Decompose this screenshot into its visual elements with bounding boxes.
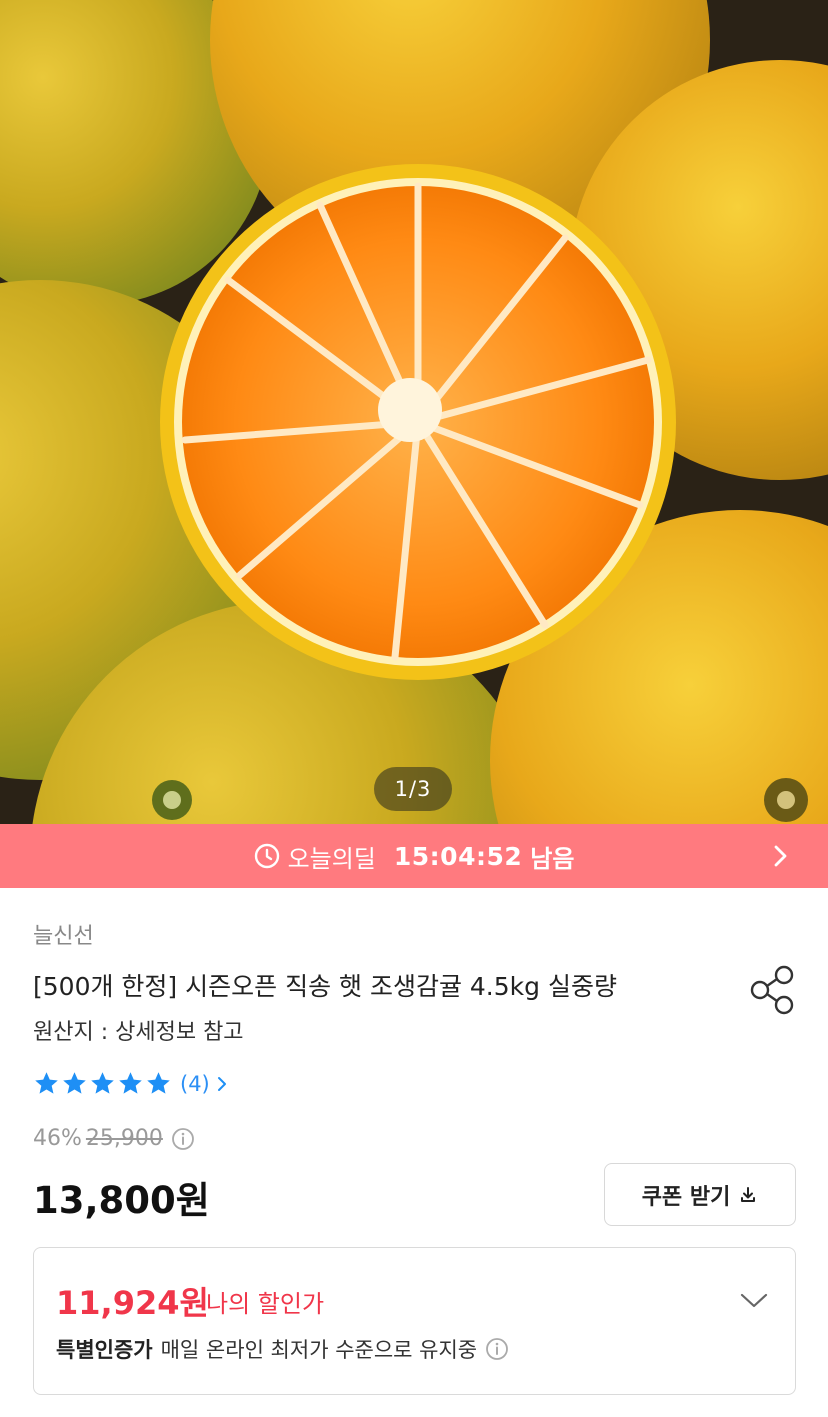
today-deal-bar[interactable]: 오늘의딜 15:04:52 남음 (0, 824, 828, 888)
deal-countdown: 15:04:52 (393, 841, 523, 871)
review-count[interactable]: (4) (180, 1072, 210, 1096)
product-image (0, 0, 828, 824)
special-price-desc: 매일 온라인 최저가 수준으로 유지중 (160, 1338, 478, 1362)
star-icon (147, 1072, 170, 1094)
chevron-right-icon[interactable] (214, 1076, 230, 1092)
chevron-down-icon[interactable] (738, 1284, 770, 1316)
my-discount-price-box[interactable]: 11,924원 나의 할인가 특별인증가 매일 온라인 최저가 수준으로 유지중 (33, 1247, 796, 1395)
star-icon (35, 1072, 58, 1094)
my-discount-price: 11,924원 (56, 1284, 209, 1322)
star-rating (33, 1070, 173, 1097)
special-price-title: 특별인증가 (56, 1338, 153, 1362)
chevron-right-icon[interactable] (766, 842, 794, 870)
info-icon[interactable] (171, 1127, 195, 1151)
discount-rate: 46% (33, 1126, 82, 1151)
coupon-download-button[interactable]: 쿠폰 받기 (604, 1163, 796, 1226)
origin-info: 원산지 : 상세정보 참고 (33, 1020, 244, 1045)
image-pager: 1/3 (374, 767, 452, 811)
download-icon (741, 1186, 756, 1202)
rating-row[interactable]: (4) (33, 1070, 230, 1097)
deal-label: 오늘의딜 (287, 844, 376, 873)
share-icon[interactable] (748, 964, 796, 1016)
sale-price: 13,800원 (33, 1179, 210, 1222)
info-icon[interactable] (485, 1337, 509, 1361)
star-icon (119, 1072, 142, 1094)
product-title: [500개 한정] 시즌오픈 직송 햇 조생감귤 4.5kg 실중량 (33, 972, 617, 1001)
star-icon (91, 1072, 114, 1094)
star-icon (63, 1072, 86, 1094)
coupon-button-label: 쿠폰 받기 (641, 1184, 731, 1210)
clock-icon (254, 843, 279, 869)
my-discount-label: 나의 할인가 (206, 1290, 325, 1318)
product-image-gallery[interactable]: 1/3 (0, 0, 828, 824)
brand-name[interactable]: 늘신선 (33, 918, 94, 950)
deal-remain-label: 남음 (530, 844, 575, 873)
discount-row: 46% 25,900 (33, 1126, 195, 1151)
special-price-row: 특별인증가 매일 온라인 최저가 수준으로 유지중 (56, 1334, 509, 1364)
original-price: 25,900 (85, 1126, 163, 1151)
